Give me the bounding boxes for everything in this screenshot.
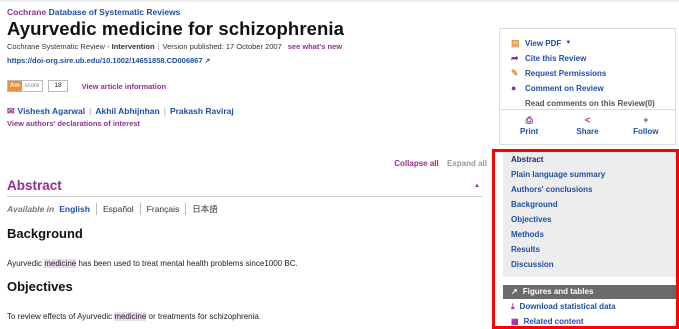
language-spanish[interactable]: Español	[95, 203, 140, 215]
tools-links: ▤ View PDF ▼ ➦ Cite this Review ✎ Reques…	[511, 36, 655, 111]
quote-arrow-icon: ➦	[511, 53, 519, 63]
author-link[interactable]: Akhil Abhijnhan	[95, 105, 159, 117]
language-selector: Available in English Español Français 日本…	[7, 203, 224, 215]
comment-label: Comment on Review	[525, 84, 604, 93]
permissions-label: Request Permissions	[525, 69, 607, 78]
author-link[interactable]: Vishesh Agarwal	[18, 105, 86, 117]
language-japanese[interactable]: 日本語	[185, 203, 224, 215]
doi-link[interactable]: https://doi-org.sire.ub.edu/10.1002/1465…	[7, 55, 487, 68]
altmetric-score-label: score	[24, 83, 40, 89]
altmetric-score: 18	[48, 80, 68, 92]
printer-icon: ⎙	[525, 115, 533, 125]
altmetric-am: Am	[8, 81, 22, 91]
share-label: Share	[576, 127, 599, 136]
language-english[interactable]: English	[59, 203, 96, 215]
share-button[interactable]: < Share	[558, 110, 616, 144]
review-type: Intervention	[111, 42, 155, 51]
comment-review-link[interactable]: ● Comment on Review	[511, 81, 655, 96]
abstract-heading: Abstract	[7, 178, 62, 193]
highlight-box	[492, 149, 679, 329]
article-tools-panel: ▤ View PDF ▼ ➦ Cite this Review ✎ Reques…	[499, 28, 676, 145]
view-pdf-button[interactable]: ▤ View PDF ▼	[511, 36, 655, 51]
permissions-icon: ✎	[511, 68, 519, 78]
follow-label: Follow	[633, 127, 659, 136]
abstract-section-header[interactable]: Abstract ▲	[7, 177, 482, 197]
plus-icon: +	[643, 115, 649, 125]
print-label: Print	[520, 127, 539, 136]
version-published: Version published: 17 October 2007	[162, 42, 282, 51]
altmetric-badge[interactable]: Am score	[7, 80, 44, 92]
view-article-info-link[interactable]: View article information	[82, 82, 166, 91]
collapse-all-button[interactable]: Collapse all	[394, 159, 438, 168]
article-header: Cochrane Database of Systematic Reviews …	[7, 6, 487, 129]
doi-text: https://doi-org.sire.ub.edu/10.1002/1465…	[7, 56, 203, 65]
review-type-prefix: Cochrane Systematic Review -	[7, 42, 112, 51]
author-link[interactable]: Prakash Raviraj	[170, 105, 234, 117]
objectives-text-end: or treatments for schizophrenia.	[146, 312, 262, 321]
background-text-end: has been used to treat mental health pro…	[76, 259, 298, 268]
cite-review-link[interactable]: ➦ Cite this Review	[511, 51, 655, 66]
request-permissions-link[interactable]: ✎ Request Permissions	[511, 66, 655, 81]
background-text: Ayurvedic medicine has been used to trea…	[7, 258, 298, 270]
chevron-up-icon[interactable]: ▲	[474, 183, 480, 189]
brand[interactable]: Cochrane Database of Systematic Reviews	[7, 6, 487, 18]
objectives-heading: Objectives	[7, 279, 73, 294]
expand-all-button[interactable]: Expand all	[447, 159, 487, 168]
background-heading: Background	[7, 226, 83, 241]
objectives-text-start: To review effects of Ayurvedic	[7, 312, 115, 321]
highlighted-term: medicine	[114, 312, 147, 321]
declarations-link[interactable]: View authors' declarations of interest	[7, 118, 487, 129]
author-divider: |	[89, 106, 92, 116]
authors-list: ✉ Vishesh Agarwal | Akhil Abhijnhan | Pr…	[7, 105, 487, 117]
page-title: Ayurvedic medicine for schizophrenia	[7, 18, 345, 39]
language-french[interactable]: Français	[139, 203, 186, 215]
pdf-icon: ▤	[511, 38, 520, 48]
print-button[interactable]: ⎙ Print	[500, 110, 558, 144]
envelope-icon[interactable]: ✉	[7, 105, 15, 117]
share-icon: <	[584, 115, 591, 125]
top-divider	[0, 0, 679, 2]
cite-label: Cite this Review	[525, 54, 587, 63]
available-in-label: Available in	[7, 204, 55, 214]
objectives-text: To review effects of Ayurvedic medicine …	[7, 311, 261, 323]
brand-suffix: Database of Systematic Reviews	[48, 7, 181, 17]
external-link-icon: ↗	[204, 58, 211, 65]
follow-button[interactable]: + Follow	[617, 110, 675, 144]
meta-divider: |	[157, 42, 160, 51]
comment-icon: ●	[511, 83, 517, 93]
chevron-down-icon: ▼	[565, 40, 572, 46]
view-pdf-label: View PDF	[525, 39, 562, 48]
background-text-start: Ayurvedic	[7, 259, 45, 268]
author-divider: |	[163, 106, 166, 116]
whats-new-link[interactable]: see what's new	[288, 42, 342, 51]
altmetric-row: Am score 18 View article information	[7, 79, 487, 93]
review-meta: Cochrane Systematic Review - Interventio…	[7, 41, 487, 52]
highlighted-term: medicine	[44, 259, 77, 268]
action-buttons: ⎙ Print < Share + Follow	[500, 109, 675, 144]
brand-prefix: Cochrane	[7, 7, 47, 17]
collapse-controls: Collapse all Expand all	[7, 159, 487, 168]
